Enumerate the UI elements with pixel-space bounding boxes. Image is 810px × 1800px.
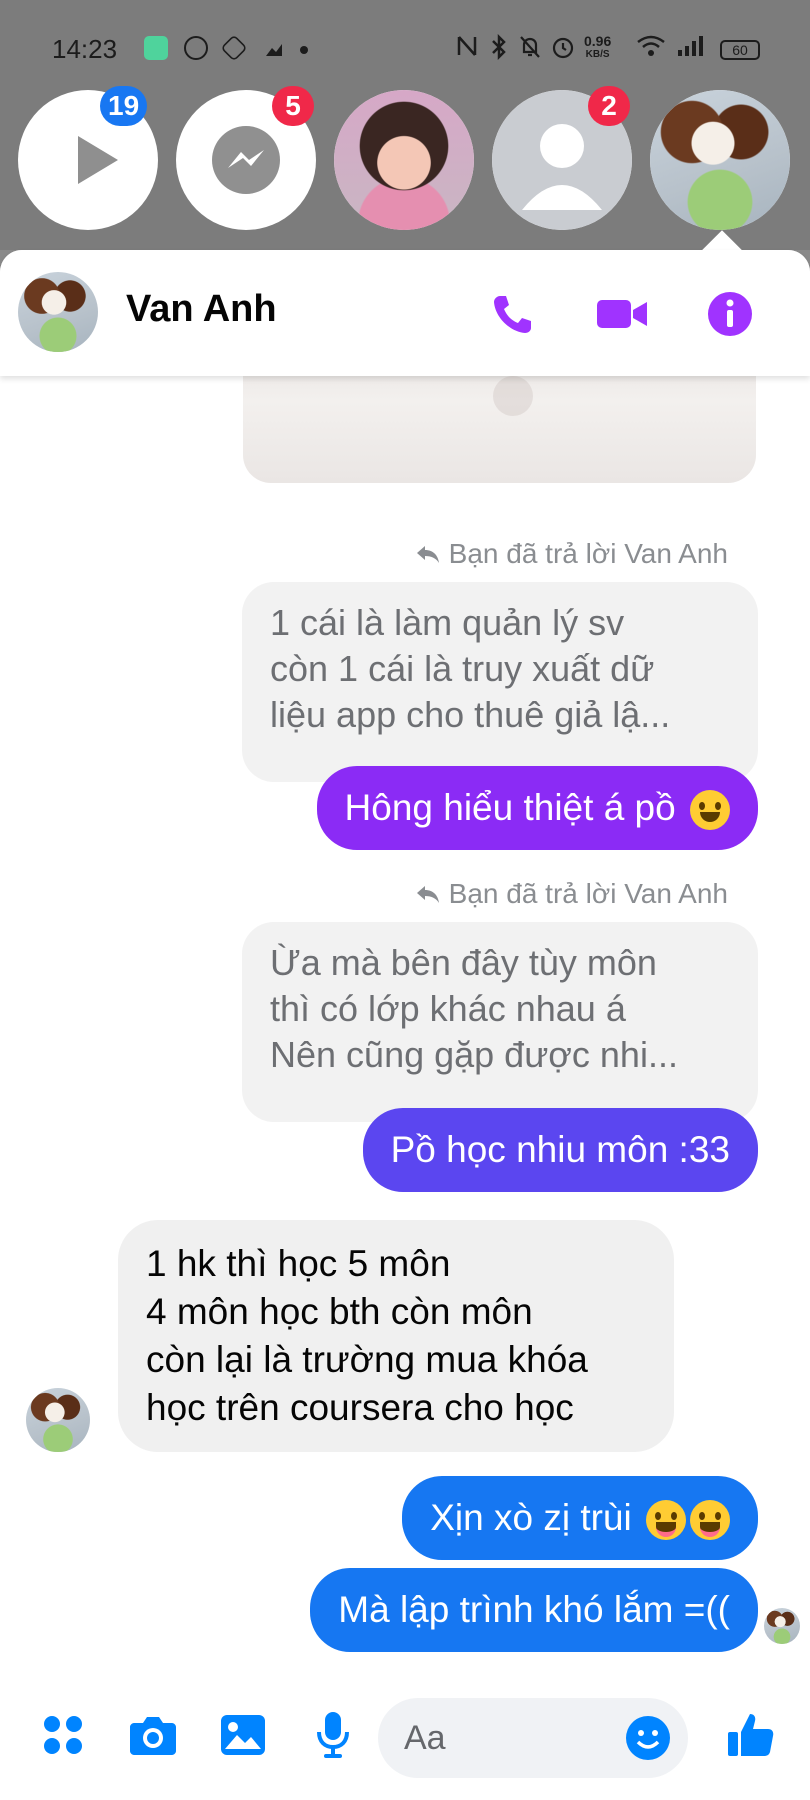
conversation-info-button[interactable] — [702, 286, 758, 342]
hugging-face-emoji — [690, 790, 730, 831]
quoted-line: 1 cái là làm quản lý sv — [270, 602, 625, 643]
reply-arrow-icon — [416, 546, 439, 563]
bluetooth-icon — [490, 33, 508, 66]
camera-icon — [130, 1717, 176, 1755]
quoted-line: liệu app cho thuê giả lậ... — [270, 694, 671, 735]
nfc-icon — [456, 34, 478, 64]
default-user-chat-head[interactable]: 2 — [492, 86, 632, 230]
message-line: học trên coursera cho học — [146, 1387, 574, 1428]
outgoing-message[interactable]: Pồ học nhiu môn :33 — [362, 1108, 758, 1192]
outgoing-message[interactable]: Hông hiểu thiệt á pồ — [316, 766, 758, 850]
thumbs-up-icon — [728, 1714, 774, 1756]
contact-avatar[interactable] — [18, 272, 98, 352]
message-text: Xịn xò zị trùi — [430, 1497, 632, 1538]
like-button[interactable] — [724, 1708, 778, 1762]
camera-button[interactable] — [126, 1708, 180, 1762]
message-line: còn lại là trường mua khóa — [146, 1339, 588, 1380]
reply-indicator: Bạn đã trả lời Van Anh — [415, 538, 728, 570]
messenger-notification-icon — [184, 36, 208, 60]
wifi-icon — [636, 34, 666, 64]
quoted-message[interactable]: 1 cái là làm quản lý sv còn 1 cái là tru… — [242, 582, 758, 782]
app-notification-icon — [144, 36, 168, 60]
mute-bell-icon — [518, 34, 542, 66]
status-time: 14:23 — [52, 34, 118, 64]
network-speed: 0.96 KB/S — [584, 33, 612, 60]
more-notifications-dot — [300, 46, 308, 54]
contact-name[interactable]: Van Anh — [126, 288, 277, 331]
video-camera-icon — [597, 300, 647, 328]
video-call-button[interactable] — [594, 286, 650, 342]
sender-avatar[interactable] — [26, 1388, 90, 1452]
microphone-icon — [317, 1712, 349, 1758]
quoted-line: thì có lớp khác nhau á — [270, 988, 626, 1029]
quoted-line: Nên cũng gặp được nhi... — [270, 1034, 678, 1075]
emoji-picker-icon[interactable] — [624, 1714, 672, 1762]
battery-icon: 60 — [720, 40, 760, 60]
chat-header: Van Anh — [0, 250, 810, 376]
message-text: Mà lập trình khó lắm =(( — [338, 1589, 730, 1630]
reply-arrow-icon — [416, 886, 439, 903]
reply-label: Bạn đã trả lời Van Anh — [448, 538, 728, 569]
van-anh-chat-head[interactable] — [650, 90, 790, 230]
read-receipt-avatar — [764, 1608, 800, 1644]
tongue-out-emoji — [646, 1500, 686, 1541]
video-chat-head[interactable]: 19 — [18, 86, 158, 230]
alarm-icon — [550, 34, 576, 66]
more-actions-button[interactable] — [36, 1708, 90, 1762]
reply-indicator: Bạn đã trả lời Van Anh — [415, 878, 728, 910]
outgoing-message[interactable]: Xịn xò zị trùi — [402, 1476, 758, 1560]
phone-icon — [494, 296, 531, 333]
unread-badge: 19 — [100, 86, 148, 126]
quoted-message[interactable]: Ừa mà bên đây tùy môn thì có lớp khác nh… — [242, 922, 758, 1122]
voice-call-button[interactable] — [484, 286, 540, 342]
image-message[interactable] — [243, 376, 756, 483]
signal-icon — [676, 34, 706, 64]
unread-badge: 5 — [272, 86, 314, 126]
incoming-message[interactable]: 1 hk thì học 5 môn 4 môn học bth còn môn… — [118, 1220, 674, 1452]
gallery-button[interactable] — [216, 1708, 270, 1762]
voice-record-button[interactable] — [306, 1708, 360, 1762]
contact-avatar — [650, 90, 790, 230]
message-list[interactable]: Bạn đã trả lời Van Anh 1 cái là làm quản… — [0, 376, 810, 1676]
message-input[interactable] — [404, 1716, 604, 1760]
contact-avatar — [334, 90, 474, 230]
message-line: 4 môn học bth còn môn — [146, 1291, 533, 1332]
tongue-out-emoji — [690, 1500, 730, 1541]
unread-badge: 2 — [588, 86, 630, 126]
cleaner-notification-icon — [262, 36, 286, 60]
image-icon — [221, 1715, 265, 1755]
reply-label: Bạn đã trả lời Van Anh — [448, 878, 728, 909]
quoted-line: Ừa mà bên đây tùy môn — [270, 942, 657, 983]
girl-chat-head[interactable] — [334, 90, 474, 230]
message-line: 1 hk thì học 5 môn — [146, 1243, 451, 1284]
info-icon — [708, 292, 752, 336]
message-text: Hông hiểu thiệt á pồ — [344, 787, 676, 828]
messenger-chat-head[interactable]: 5 — [176, 86, 316, 230]
status-bar: 14:23 0.96 KB/S 60 — [0, 28, 810, 72]
quoted-line: còn 1 cái là truy xuất dữ — [270, 648, 655, 689]
message-input-box[interactable] — [378, 1698, 688, 1778]
settings-notification-icon — [220, 34, 248, 62]
composer-bar — [0, 1676, 810, 1800]
message-text: Pồ học nhiu môn :33 — [390, 1129, 730, 1170]
outgoing-message[interactable]: Mà lập trình khó lắm =(( — [310, 1568, 758, 1652]
grid-dots-icon — [44, 1716, 82, 1754]
